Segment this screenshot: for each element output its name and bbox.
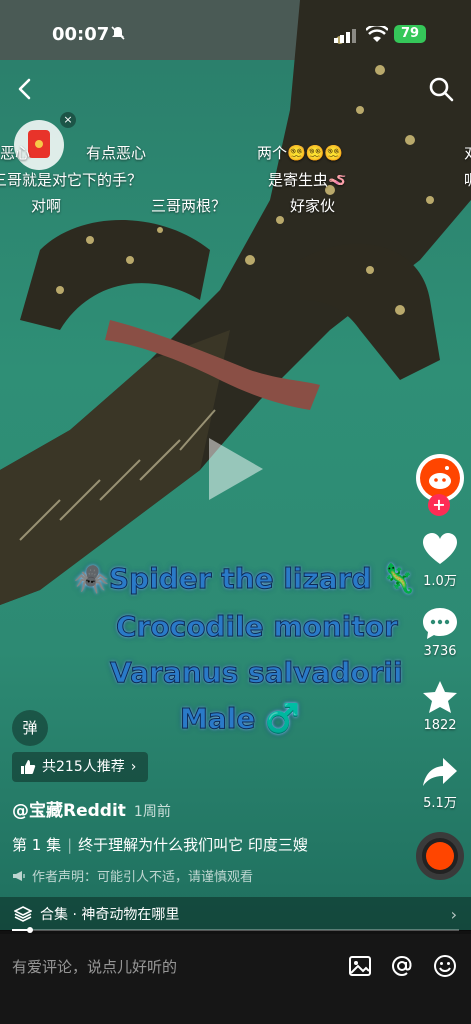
recommend-label: 共215人推荐 [42, 759, 125, 775]
thumbs-up-icon [21, 760, 36, 774]
heart-icon [423, 533, 457, 564]
danmu-item: 有点恶心 [86, 144, 147, 162]
progress-knob[interactable] [27, 927, 33, 933]
reddit-logo-icon [420, 458, 460, 498]
play-icon[interactable] [205, 436, 265, 502]
disclaimer-text: 作者声明：可能引人不适，请谨慎观看 [32, 870, 254, 885]
battery-indicator: 79 [394, 25, 426, 43]
danmu-item: 三哥就是对它下的手？ [0, 171, 143, 189]
star-icon [423, 681, 457, 713]
author-disclaimer: 作者声明：可能引人不适，请谨慎观看 [12, 866, 253, 885]
danmu-item: 对啊 [31, 197, 62, 215]
comment-count: 3736 [423, 644, 457, 659]
red-packet-close-icon[interactable]: × [60, 112, 76, 128]
danmu-item: 三哥两根？ [151, 197, 227, 215]
danmu-item: 呢 [464, 169, 471, 190]
separator: | [67, 836, 73, 854]
share-count: 5.1万 [423, 796, 457, 811]
chevron-right-icon: › [450, 905, 457, 924]
favorite-button[interactable]: 1822 [414, 680, 466, 733]
recommend-pill[interactable]: 共215人推荐 › [12, 752, 149, 782]
author-name[interactable]: @宝藏Reddit [12, 796, 126, 821]
emoji-icon[interactable] [433, 954, 457, 978]
author-row: @宝藏Reddit 1周前 [12, 796, 171, 821]
danmu-item: 是寄生虫🪱 [268, 171, 347, 189]
video-description[interactable]: 第 1 集 | 终于理解为什么我们叫它 印度三嫂 [12, 834, 308, 855]
reddit-logo-icon [426, 842, 454, 870]
collection-label: 合集 · 神奇动物在哪里 [40, 907, 180, 923]
danmu-item: 好家伙 [290, 197, 336, 215]
video-caption-line: Varanus salvadorii [110, 656, 404, 690]
video-progress-bar[interactable] [12, 927, 459, 933]
danmu-item: 两个😵‍💫😵‍💫😵‍💫 [257, 144, 344, 162]
image-icon[interactable] [348, 954, 372, 978]
status-time: 00:07 [52, 24, 110, 45]
danmu-item: 恶心 [0, 144, 31, 162]
video-caption-line: 🕷️Spider the lizard 🦎 [73, 562, 417, 596]
wifi-icon [366, 26, 388, 42]
like-button[interactable]: 1.0万 [414, 532, 466, 589]
danmu-toggle-button[interactable]: 弹 [12, 710, 48, 746]
share-button[interactable]: 5.1万 [414, 756, 466, 811]
comment-button[interactable]: 3736 [414, 606, 466, 659]
like-count: 1.0万 [423, 574, 457, 589]
bell-off-icon [111, 26, 125, 40]
episode-label: 第 1 集 [12, 836, 62, 854]
back-icon[interactable] [12, 76, 38, 102]
search-icon[interactable] [428, 76, 454, 102]
comment-input[interactable]: 有爱评论，说点儿好听的 [12, 956, 177, 977]
layers-icon [14, 906, 32, 922]
music-disc[interactable] [416, 832, 464, 880]
danmu-item: 对 [464, 142, 471, 163]
follow-button[interactable]: + [428, 494, 450, 516]
signal-icon [334, 29, 356, 43]
chevron-right-icon: › [130, 759, 137, 775]
video-caption-line: Male ♂️ [180, 702, 301, 736]
favorite-count: 1822 [423, 718, 457, 733]
collection-bar[interactable]: 合集 · 神奇动物在哪里 › [0, 897, 471, 931]
status-bar: 00:07 79 [0, 0, 471, 66]
red-envelope-icon [28, 130, 50, 158]
at-icon[interactable] [390, 954, 414, 978]
share-icon [423, 758, 457, 786]
comment-bar: 有爱评论，说点儿好听的 [0, 934, 471, 1024]
comment-icon [423, 608, 457, 639]
megaphone-icon [13, 870, 25, 881]
post-time: 1周前 [133, 804, 171, 820]
video-title: 终于理解为什么我们叫它 印度三嫂 [78, 836, 308, 854]
video-caption-line: Crocodile monitor [116, 610, 399, 644]
